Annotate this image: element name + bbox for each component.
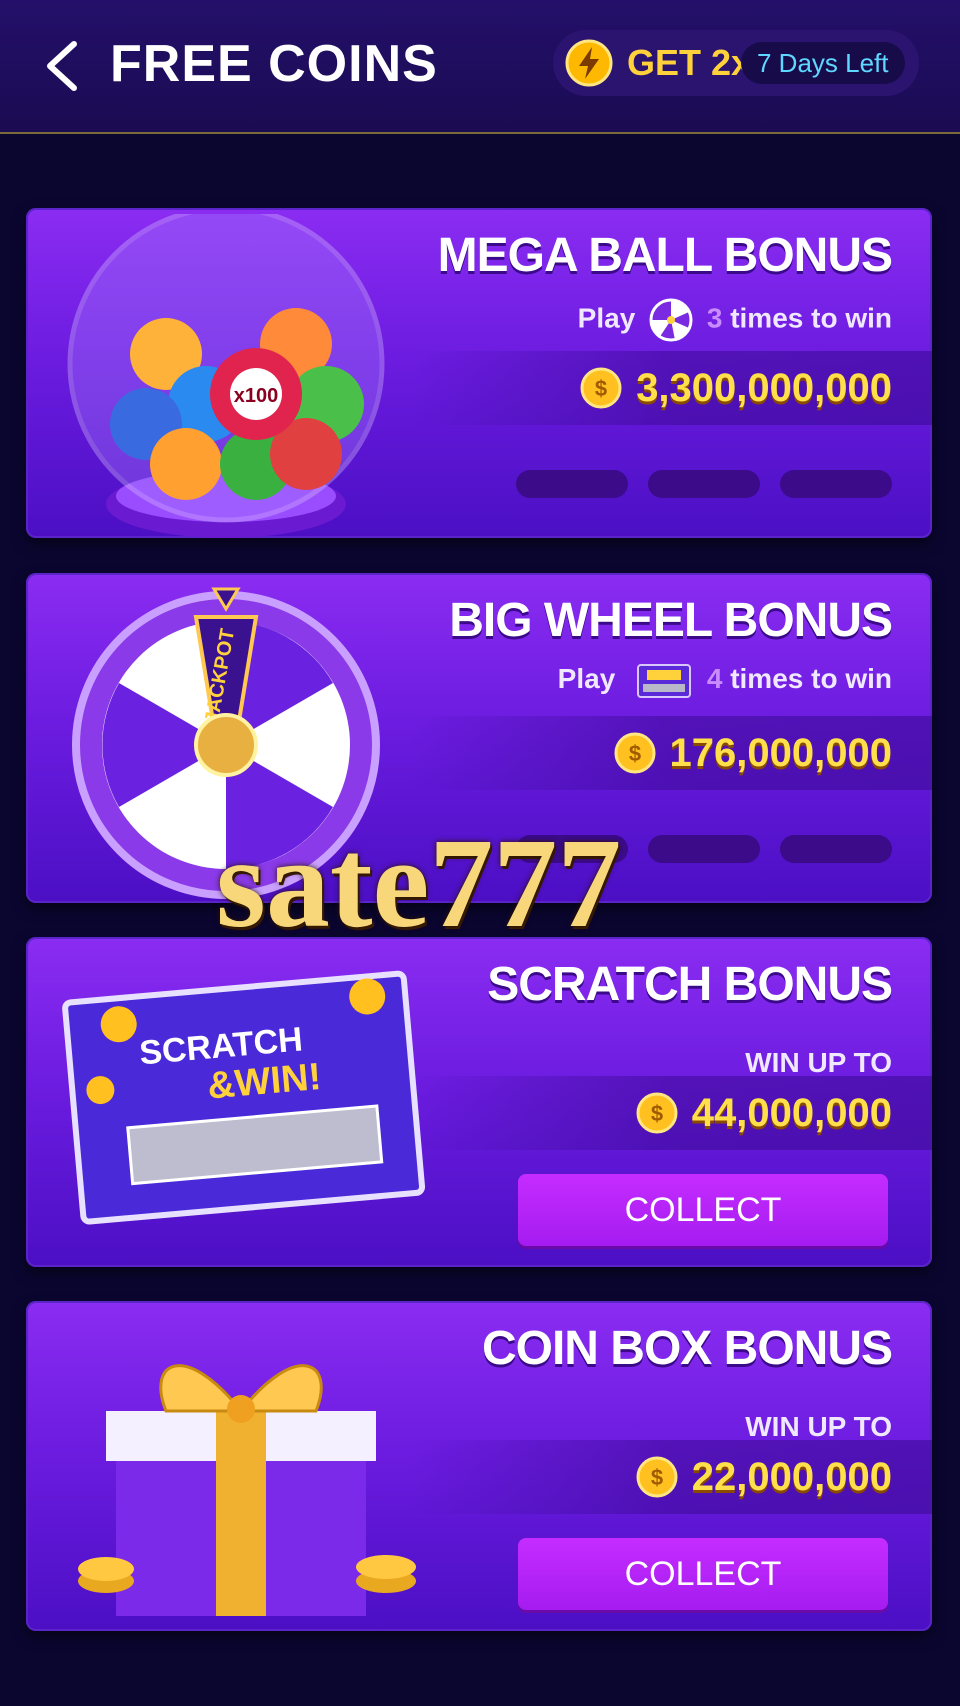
progress-bar xyxy=(516,835,892,863)
play-count: 4 xyxy=(706,663,723,694)
boost-label: GET 2x xyxy=(627,42,752,83)
card-title: MEGA BALL BONUS xyxy=(437,229,893,282)
gift-box-icon xyxy=(78,1364,416,1616)
play-suffix: times to win xyxy=(730,302,892,334)
card-title: COIN BOX BONUS xyxy=(481,1322,893,1375)
coin-box-bonus-card[interactable]: COIN BOX BONUS WIN UP TO $ 22,000,000 CO… xyxy=(26,1301,932,1631)
card-title: SCRATCH BONUS xyxy=(487,958,893,1011)
svg-text:$: $ xyxy=(651,1465,663,1490)
scratch-card-art: SCRATCH &WIN! xyxy=(62,970,426,1225)
play-label: Play xyxy=(577,302,636,334)
boost-badge[interactable]: GET 2x 7 Days Left xyxy=(553,30,919,96)
prize-value: 176,000,000 xyxy=(669,730,892,775)
progress-segment xyxy=(516,470,628,498)
scratch-bonus-card[interactable]: SCRATCH &WIN! SCRATCH BONUS WIN UP TO $ … xyxy=(26,937,932,1267)
prize-value: 22,000,000 xyxy=(691,1454,892,1499)
svg-text:$: $ xyxy=(595,376,607,401)
play-count: 3 xyxy=(706,302,723,334)
progress-segment xyxy=(516,835,628,863)
progress-segment xyxy=(780,835,892,863)
prize-amount: $ 3,300,000,000 xyxy=(580,361,892,415)
coin-icon: $ xyxy=(636,1456,678,1498)
top-bar: FREE COINS GET 2x 7 Days Left xyxy=(0,0,960,134)
win-label: WIN UP TO xyxy=(745,1411,892,1442)
play-requirement: Play 4 times to win xyxy=(558,663,892,698)
coin-icon: $ xyxy=(614,732,656,774)
play-label: Play xyxy=(557,663,616,694)
card-title: BIG WHEEL BONUS xyxy=(449,594,893,647)
collect-button[interactable]: COLLECT xyxy=(518,1174,888,1246)
prize-amount: $ 44,000,000 xyxy=(636,1086,892,1140)
coin-icon: $ xyxy=(580,367,622,409)
prize-value: 3,300,000,000 xyxy=(636,365,892,410)
svg-text:$: $ xyxy=(628,741,640,766)
back-arrow-icon[interactable] xyxy=(40,38,84,94)
progress-segment xyxy=(780,470,892,498)
prize-amount: $ 22,000,000 xyxy=(636,1450,892,1504)
win-label: WIN UP TO xyxy=(745,1047,892,1078)
lottery-globe-icon: x100 xyxy=(67,214,385,538)
page-title: FREE COINS xyxy=(110,35,438,93)
big-wheel-bonus-card[interactable]: JACKPOT BIG WHEEL BONUS Play 4 times to … xyxy=(26,573,932,903)
svg-text:x100: x100 xyxy=(234,385,279,407)
progress-segment xyxy=(648,835,760,863)
play-requirement: Play 3 times to win xyxy=(578,298,892,342)
play-suffix: times to win xyxy=(730,663,892,694)
coin-icon: $ xyxy=(636,1092,678,1134)
lightning-coin-icon xyxy=(565,39,613,87)
prize-amount: $ 176,000,000 xyxy=(614,726,892,780)
wheel-icon xyxy=(649,298,693,342)
prize-value: 44,000,000 xyxy=(691,1090,892,1135)
progress-segment xyxy=(648,470,760,498)
svg-text:$: $ xyxy=(651,1101,663,1126)
days-left-badge: 7 Days Left xyxy=(741,42,905,84)
progress-bar xyxy=(516,470,892,498)
collect-button[interactable]: COLLECT xyxy=(518,1538,888,1610)
prize-wheel-icon: JACKPOT xyxy=(72,587,380,899)
scratch-card-icon xyxy=(637,663,692,698)
mega-ball-bonus-card[interactable]: x100 MEGA BALL BONUS Play 3 times to win… xyxy=(26,208,932,538)
